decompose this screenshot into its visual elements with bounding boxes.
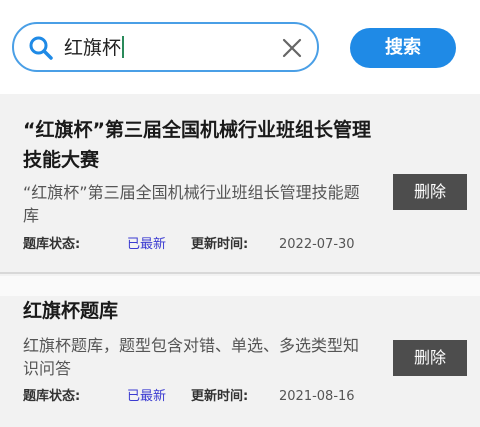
updated-label: 更新时间:: [191, 237, 249, 252]
search-button[interactable]: 搜索: [350, 28, 456, 68]
delete-button[interactable]: 删除: [393, 174, 467, 210]
updated-label: 更新时间:: [191, 389, 249, 404]
list-item[interactable]: 红旗杯题库 红旗杯题库，题型包含对错、单选、多选类型知识问答 题库状态: 已最新 更…: [0, 296, 480, 427]
item-title: 红旗杯题库: [23, 300, 119, 322]
list-item[interactable]: “红旗杯”第三届全国机械行业班组长管理技能大赛 “红旗杯”第三届全国机械行业班组…: [0, 94, 480, 274]
updated-date: 2022-07-30: [279, 237, 355, 252]
status-badge: 已最新: [127, 237, 167, 252]
text-caret: [122, 36, 125, 58]
divider: [0, 276, 480, 296]
item-description: 红旗杯题库，题型包含对错、单选、多选类型知识问答: [23, 336, 360, 378]
close-icon[interactable]: [281, 37, 303, 59]
item-description: “红旗杯”第三届全国机械行业班组长管理技能题库: [23, 183, 360, 225]
search-query-text: 红旗杯: [64, 37, 122, 59]
search-icon: [28, 35, 54, 61]
status-badge: 已最新: [127, 389, 167, 404]
item-meta: 题库状态: 已最新 更新时间: 2022-07-30: [23, 236, 355, 254]
updated-date: 2021-08-16: [279, 389, 355, 404]
item-meta: 题库状态: 已最新 更新时间: 2021-08-16: [23, 388, 355, 406]
status-label: 题库状态:: [23, 237, 81, 252]
result-list: “红旗杯”第三届全国机械行业班组长管理技能大赛 “红旗杯”第三届全国机械行业班组…: [0, 94, 480, 427]
item-title: “红旗杯”第三届全国机械行业班组长管理技能大赛: [23, 119, 371, 171]
search-bar: 红旗杯 搜索: [0, 0, 480, 94]
status-label: 题库状态:: [23, 389, 81, 404]
search-input[interactable]: 红旗杯: [12, 22, 319, 72]
delete-button[interactable]: 删除: [393, 340, 467, 376]
